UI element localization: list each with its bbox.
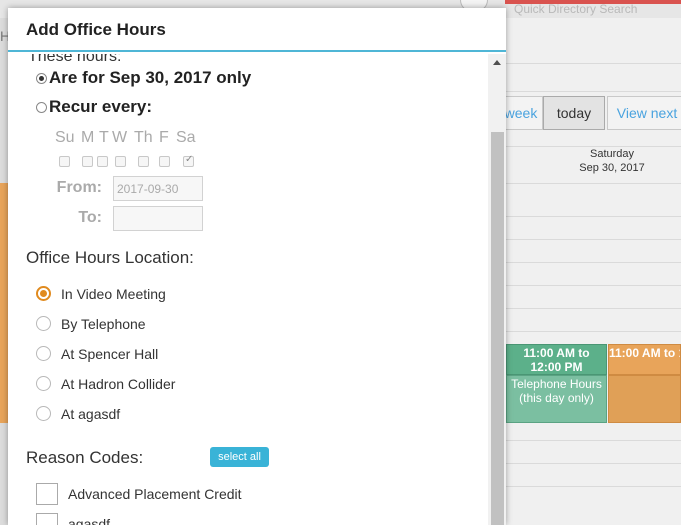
location-label-agasdf: At agasdf	[61, 406, 121, 422]
reason-checkbox-advanced-placement[interactable]	[36, 483, 58, 505]
day-letter-tuesday: T	[99, 129, 109, 146]
from-date-label: From:	[56, 179, 102, 196]
telephone-event-body[interactable]: Telephone Hours (this day only)	[506, 375, 607, 423]
day-checkbox-friday[interactable]	[159, 156, 170, 167]
day-letter-monday: M	[81, 129, 95, 146]
one-time-radio[interactable]	[36, 73, 47, 84]
to-date-label: To:	[78, 209, 102, 226]
day-checkbox-thursday[interactable]	[138, 156, 149, 167]
week-view-button[interactable]: week	[500, 96, 543, 130]
day-checkbox-saturday[interactable]	[183, 154, 194, 167]
reason-label-advanced-placement: Advanced Placement Credit	[68, 486, 242, 502]
day-letter-friday: F	[159, 129, 169, 146]
location-heading: Office Hours Location:	[26, 248, 194, 267]
time-slot-line	[505, 331, 681, 332]
dialog-title: Add Office Hours	[26, 20, 166, 39]
dialog-body: These hours: Are for Sep 30, 2017 only R…	[8, 54, 488, 525]
location-radio-spencer-hall[interactable]	[36, 346, 51, 361]
telephone-event-note: (this day only)	[519, 391, 594, 405]
calendar-divider	[505, 91, 681, 92]
location-radio-hadron-collider[interactable]	[36, 376, 51, 391]
time-slot-line	[505, 285, 681, 286]
time-slot-line	[505, 440, 681, 441]
location-label-hadron-collider: At Hadron Collider	[61, 376, 176, 392]
day-checkbox-wednesday[interactable]	[115, 156, 126, 167]
day-checkbox-tuesday[interactable]	[97, 156, 108, 167]
calendar-divider	[505, 63, 681, 64]
from-date-input[interactable]	[113, 176, 203, 201]
location-label-video: In Video Meeting	[61, 286, 166, 302]
day-letter-wednesday: W	[112, 129, 128, 146]
day-letter-sunday: Su	[55, 129, 75, 146]
time-slot-line	[505, 486, 681, 487]
telephone-event-time[interactable]: 11:00 AM to 12:00 PM	[506, 344, 607, 375]
orange-event-time[interactable]: 11:00 AM to 12:00 PM	[608, 344, 681, 375]
quick-directory-search-link[interactable]: Quick Directory Search	[514, 2, 637, 16]
add-office-hours-dialog: Add Office Hours These hours: Are for Se…	[8, 8, 506, 525]
these-hours-heading: These hours:	[28, 54, 122, 65]
day-letter-saturday: Sa	[176, 129, 196, 146]
orange-event-body[interactable]	[608, 375, 681, 423]
reason-checkbox-agasdf[interactable]	[36, 513, 58, 525]
scrollbar-thumb[interactable]	[491, 132, 504, 525]
calendar-area	[505, 18, 681, 525]
time-slot-line	[505, 262, 681, 263]
to-date-input[interactable]	[113, 206, 203, 231]
left-event-edge	[0, 183, 8, 423]
scroll-up-arrow-icon[interactable]	[493, 60, 501, 65]
reason-label-agasdf: agasdf	[68, 516, 111, 525]
day-header-name: Saturday	[589, 148, 635, 160]
day-letter-thursday: Th	[134, 129, 153, 146]
one-time-label: Are for Sep 30, 2017 only	[49, 68, 252, 87]
view-next-button[interactable]: View next	[607, 96, 681, 130]
telephone-event-title: Telephone Hours	[511, 377, 602, 391]
location-label-spencer-hall: At Spencer Hall	[61, 346, 159, 362]
dialog-scrollbar[interactable]	[488, 54, 506, 525]
day-header-date: Sep 30, 2017	[579, 162, 645, 174]
dialog-header: Add Office Hours	[8, 8, 506, 52]
time-slot-line	[505, 239, 681, 240]
select-all-button[interactable]: select all	[210, 447, 269, 467]
today-button[interactable]: today	[543, 96, 605, 130]
time-slot-line	[505, 463, 681, 464]
recur-radio[interactable]	[36, 102, 47, 113]
reason-codes-heading: Reason Codes:	[26, 448, 144, 467]
day-checkbox-monday[interactable]	[82, 156, 93, 167]
location-radio-telephone[interactable]	[36, 316, 51, 331]
recur-label: Recur every:	[49, 97, 153, 116]
time-slot-line	[505, 216, 681, 217]
location-radio-video[interactable]	[36, 286, 51, 301]
location-label-telephone: By Telephone	[61, 316, 146, 332]
day-checkbox-sunday[interactable]	[59, 156, 70, 167]
time-slot-line	[505, 308, 681, 309]
location-radio-agasdf[interactable]	[36, 406, 51, 421]
